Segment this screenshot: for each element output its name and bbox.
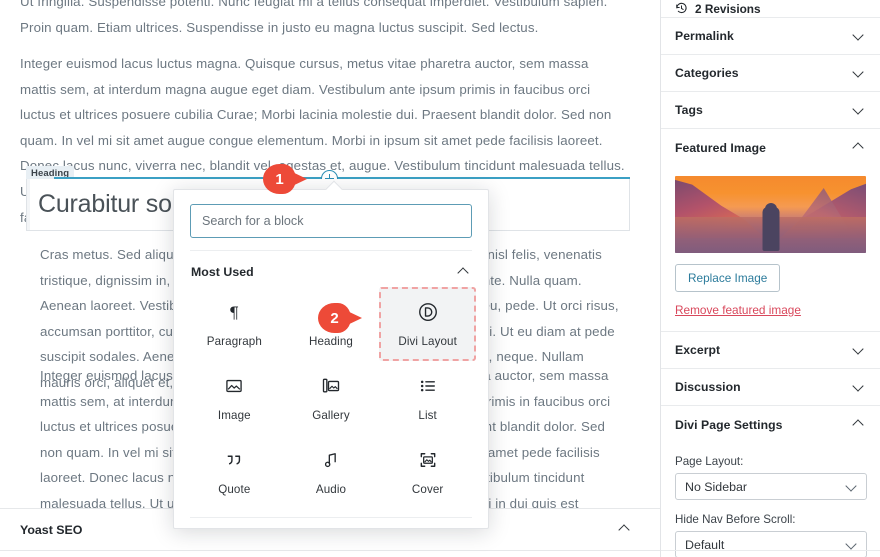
chevron-up-icon[interactable]	[853, 141, 866, 154]
sidebar-bottom-divider	[661, 550, 880, 551]
block-item-label: Divi Layout	[398, 335, 457, 348]
featured-image-body: Replace Image Remove featured image	[661, 166, 880, 332]
svg-text:¶: ¶	[229, 303, 239, 322]
hide-nav-label: Hide Nav Before Scroll:	[675, 513, 796, 526]
block-item-divi-layout[interactable]: Divi Layout	[379, 287, 476, 361]
page-layout-select[interactable]: No Sidebar	[675, 473, 867, 500]
block-accent-bar	[27, 179, 30, 230]
gallery-icon	[319, 374, 343, 398]
quote-icon	[222, 448, 246, 472]
block-inserter-popup: Most Used ¶ Paragraph Heading	[173, 180, 489, 529]
history-icon	[675, 2, 688, 15]
sidebar-panel-permalink[interactable]: Permalink	[661, 18, 880, 55]
wordpress-block-editor-screen: Ut fringilla. Suspendisse potenti. Nunc …	[0, 0, 880, 557]
revisions-count-label: 2 Revisions	[695, 1, 761, 16]
panel-title: Excerpt	[675, 343, 721, 357]
marker-number: 2	[330, 309, 339, 327]
block-item-quote[interactable]: Quote	[186, 435, 283, 509]
audio-icon	[319, 448, 343, 472]
chevron-up-icon[interactable]	[619, 523, 632, 536]
list-icon	[416, 374, 440, 398]
chevron-up-icon[interactable]	[458, 266, 471, 279]
remove-featured-image-link[interactable]: Remove featured image	[675, 303, 866, 317]
panel-title: Featured Image	[675, 140, 766, 155]
chevron-down-icon[interactable]	[853, 30, 866, 43]
callout-marker-1: 1	[263, 164, 309, 194]
block-item-label: Cover	[411, 483, 444, 496]
sidebar-panel-tags[interactable]: Tags	[661, 92, 880, 129]
block-item-paragraph[interactable]: ¶ Paragraph	[186, 287, 283, 361]
post-settings-sidebar: 2 Revisions Permalink Categories Tags Fe…	[660, 0, 880, 557]
yoast-divider	[0, 550, 660, 551]
block-item-cover[interactable]: Cover	[379, 435, 476, 509]
block-item-label: Image	[217, 409, 251, 422]
chevron-down-icon[interactable]	[847, 482, 857, 492]
block-item-list[interactable]: List	[379, 361, 476, 435]
image-icon	[222, 374, 246, 398]
chevron-down-icon[interactable]	[853, 104, 866, 117]
block-item-image[interactable]: Image	[186, 361, 283, 435]
most-used-label: Most Used	[191, 265, 254, 279]
block-item-label: Quote	[218, 483, 251, 496]
featured-image-thumbnail[interactable]	[675, 176, 866, 253]
chevron-up-icon[interactable]	[853, 418, 866, 431]
yoast-seo-title: Yoast SEO	[20, 522, 83, 537]
revisions-row[interactable]: 2 Revisions	[661, 0, 880, 18]
block-item-label: Heading	[308, 335, 353, 348]
marker-number: 1	[275, 170, 284, 188]
replace-image-button[interactable]: Replace Image	[675, 264, 781, 292]
block-search-input[interactable]	[190, 204, 472, 238]
chevron-down-icon[interactable]	[853, 344, 866, 357]
panel-title: Tags	[675, 103, 703, 117]
panel-title: Categories	[675, 66, 739, 80]
cover-icon	[416, 448, 440, 472]
panel-title: Permalink	[675, 29, 734, 43]
heading-block-text[interactable]: Curabitur so	[38, 190, 172, 219]
page-layout-label: Page Layout:	[675, 455, 744, 468]
paragraph-icon: ¶	[222, 300, 246, 324]
chevron-down-icon[interactable]	[853, 67, 866, 80]
chevron-down-icon[interactable]	[847, 540, 857, 550]
block-item-label: Gallery	[312, 409, 350, 422]
panel-title: Divi Page Settings	[675, 417, 783, 432]
block-item-label: Paragraph	[206, 335, 262, 348]
most-used-section-header[interactable]: Most Used	[174, 251, 488, 285]
panel-title: Discussion	[675, 380, 741, 394]
block-item-audio[interactable]: Audio	[283, 435, 380, 509]
sidebar-panel-excerpt[interactable]: Excerpt	[661, 332, 880, 369]
callout-marker-2: 2	[318, 303, 364, 333]
block-item-label: Audio	[315, 483, 347, 496]
sidebar-panel-discussion[interactable]: Discussion	[661, 369, 880, 406]
inserter-footer-divider	[190, 517, 472, 518]
block-item-gallery[interactable]: Gallery	[283, 361, 380, 435]
sidebar-panel-featured-image[interactable]: Featured Image	[661, 129, 880, 166]
block-item-label: List	[418, 409, 437, 422]
page-layout-value: No Sidebar	[685, 479, 747, 494]
hide-nav-select[interactable]: Default	[675, 531, 867, 557]
paragraph-block-1[interactable]: Ut fringilla. Suspendisse potenti. Nunc …	[20, 0, 628, 40]
divi-page-settings-body: Page Layout: No Sidebar Hide Nav Before …	[661, 443, 880, 557]
sidebar-panel-divi-page-settings[interactable]: Divi Page Settings	[661, 406, 880, 443]
divi-layout-icon	[416, 300, 440, 324]
person-head	[764, 203, 777, 215]
sidebar-panel-categories[interactable]: Categories	[661, 55, 880, 92]
block-search-wrapper	[174, 190, 488, 250]
chevron-down-icon[interactable]	[853, 381, 866, 394]
